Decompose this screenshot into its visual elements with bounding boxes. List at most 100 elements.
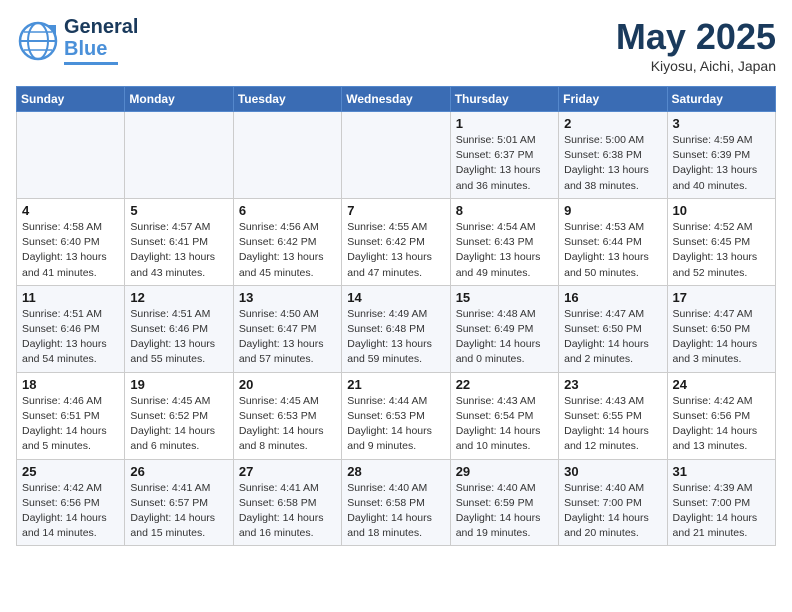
day-info: Sunrise: 4:50 AMSunset: 6:47 PMDaylight:…	[239, 307, 336, 368]
day-info: Sunrise: 4:40 AMSunset: 6:58 PMDaylight:…	[347, 481, 444, 542]
calendar-cell: 6 Sunrise: 4:56 AMSunset: 6:42 PMDaylight…	[233, 198, 341, 285]
calendar-cell: 9Sunrise: 4:53 AMSunset: 6:44 PMDaylight…	[559, 198, 667, 285]
calendar-week-2: 4 Sunrise: 4:58 AMSunset: 6:40 PMDaylight…	[17, 198, 776, 285]
day-number: 6	[239, 203, 336, 218]
day-number: 3	[673, 116, 770, 131]
day-info: Sunrise: 4:57 AMSunset: 6:41 PMDaylight:…	[130, 220, 227, 281]
day-number: 5	[130, 203, 227, 218]
day-number: 31	[673, 464, 770, 479]
weekday-header-wednesday: Wednesday	[342, 87, 450, 112]
calendar-week-5: 25 Sunrise: 4:42 AMSunset: 6:56 PMDayligh…	[17, 459, 776, 546]
calendar-cell: 2 Sunrise: 5:00 AMSunset: 6:38 PMDaylight…	[559, 112, 667, 199]
calendar-cell: 22 Sunrise: 4:43 AMSunset: 6:54 PMDayligh…	[450, 372, 558, 459]
calendar-cell: 16 Sunrise: 4:47 AMSunset: 6:50 PMDayligh…	[559, 285, 667, 372]
calendar-cell: 18 Sunrise: 4:46 AMSunset: 6:51 PMDayligh…	[17, 372, 125, 459]
weekday-header-friday: Friday	[559, 87, 667, 112]
calendar-cell: 14Sunrise: 4:49 AMSunset: 6:48 PMDayligh…	[342, 285, 450, 372]
day-number: 28	[347, 464, 444, 479]
day-number: 10	[673, 203, 770, 218]
day-number: 17	[673, 290, 770, 305]
day-info: Sunrise: 4:43 AMSunset: 6:54 PMDaylight:…	[456, 394, 553, 455]
calendar-cell: 30 Sunrise: 4:40 AMSunset: 7:00 PMDayligh…	[559, 459, 667, 546]
weekday-header-thursday: Thursday	[450, 87, 558, 112]
calendar-cell: 7Sunrise: 4:55 AMSunset: 6:42 PMDaylight…	[342, 198, 450, 285]
day-info: Sunrise: 4:45 AMSunset: 6:52 PMDaylight:…	[130, 394, 227, 455]
day-number: 26	[130, 464, 227, 479]
calendar-cell: 15Sunrise: 4:48 AMSunset: 6:49 PMDayligh…	[450, 285, 558, 372]
day-number: 12	[130, 290, 227, 305]
calendar-cell: 3 Sunrise: 4:59 AMSunset: 6:39 PMDaylight…	[667, 112, 775, 199]
day-info: Sunrise: 4:45 AMSunset: 6:53 PMDaylight:…	[239, 394, 336, 455]
day-info: Sunrise: 4:55 AMSunset: 6:42 PMDaylight:…	[347, 220, 444, 281]
day-info: Sunrise: 4:59 AMSunset: 6:39 PMDaylight:…	[673, 133, 770, 194]
day-number: 30	[564, 464, 661, 479]
calendar-cell: 23 Sunrise: 4:43 AMSunset: 6:55 PMDayligh…	[559, 372, 667, 459]
location: Kiyosu, Aichi, Japan	[616, 58, 776, 74]
calendar-cell: 31 Sunrise: 4:39 AMSunset: 7:00 PMDayligh…	[667, 459, 775, 546]
day-info: Sunrise: 4:51 AMSunset: 6:46 PMDaylight:…	[130, 307, 227, 368]
calendar-week-4: 18 Sunrise: 4:46 AMSunset: 6:51 PMDayligh…	[17, 372, 776, 459]
day-number: 23	[564, 377, 661, 392]
weekday-header-saturday: Saturday	[667, 87, 775, 112]
calendar-cell	[342, 112, 450, 199]
calendar-cell: 29Sunrise: 4:40 AMSunset: 6:59 PMDayligh…	[450, 459, 558, 546]
calendar-cell: 27 Sunrise: 4:41 AMSunset: 6:58 PMDayligh…	[233, 459, 341, 546]
calendar-week-3: 11Sunrise: 4:51 AMSunset: 6:46 PMDayligh…	[17, 285, 776, 372]
day-number: 1	[456, 116, 553, 131]
calendar-cell: 20 Sunrise: 4:45 AMSunset: 6:53 PMDayligh…	[233, 372, 341, 459]
calendar-cell: 21 Sunrise: 4:44 AMSunset: 6:53 PMDayligh…	[342, 372, 450, 459]
calendar-cell: 8 Sunrise: 4:54 AMSunset: 6:43 PMDaylight…	[450, 198, 558, 285]
day-number: 13	[239, 290, 336, 305]
day-info: Sunrise: 4:43 AMSunset: 6:55 PMDaylight:…	[564, 394, 661, 455]
weekday-header-sunday: Sunday	[17, 87, 125, 112]
calendar-cell: 25 Sunrise: 4:42 AMSunset: 6:56 PMDayligh…	[17, 459, 125, 546]
calendar-cell: 5 Sunrise: 4:57 AMSunset: 6:41 PMDaylight…	[125, 198, 233, 285]
day-info: Sunrise: 4:51 AMSunset: 6:46 PMDaylight:…	[22, 307, 119, 368]
day-number: 2	[564, 116, 661, 131]
day-info: Sunrise: 4:54 AMSunset: 6:43 PMDaylight:…	[456, 220, 553, 281]
calendar-cell: 11Sunrise: 4:51 AMSunset: 6:46 PMDayligh…	[17, 285, 125, 372]
day-info: Sunrise: 4:46 AMSunset: 6:51 PMDaylight:…	[22, 394, 119, 455]
day-number: 25	[22, 464, 119, 479]
logo-blue: Blue	[64, 38, 138, 60]
calendar-cell	[125, 112, 233, 199]
day-info: Sunrise: 4:42 AMSunset: 6:56 PMDaylight:…	[22, 481, 119, 542]
day-info: Sunrise: 4:40 AMSunset: 6:59 PMDaylight:…	[456, 481, 553, 542]
calendar-cell: 19Sunrise: 4:45 AMSunset: 6:52 PMDayligh…	[125, 372, 233, 459]
day-number: 18	[22, 377, 119, 392]
day-info: Sunrise: 4:40 AMSunset: 7:00 PMDaylight:…	[564, 481, 661, 542]
day-info: Sunrise: 4:47 AMSunset: 6:50 PMDaylight:…	[673, 307, 770, 368]
day-info: Sunrise: 5:00 AMSunset: 6:38 PMDaylight:…	[564, 133, 661, 194]
calendar-cell: 4 Sunrise: 4:58 AMSunset: 6:40 PMDaylight…	[17, 198, 125, 285]
calendar-cell: 17 Sunrise: 4:47 AMSunset: 6:50 PMDayligh…	[667, 285, 775, 372]
day-number: 22	[456, 377, 553, 392]
day-number: 20	[239, 377, 336, 392]
calendar-cell: 28 Sunrise: 4:40 AMSunset: 6:58 PMDayligh…	[342, 459, 450, 546]
day-number: 27	[239, 464, 336, 479]
title-block: May 2025 Kiyosu, Aichi, Japan	[616, 16, 776, 74]
calendar-cell	[17, 112, 125, 199]
day-number: 4	[22, 203, 119, 218]
day-number: 24	[673, 377, 770, 392]
day-number: 8	[456, 203, 553, 218]
month-title: May 2025	[616, 16, 776, 58]
day-number: 16	[564, 290, 661, 305]
calendar-cell: 1Sunrise: 5:01 AMSunset: 6:37 PMDaylight…	[450, 112, 558, 199]
day-info: Sunrise: 4:47 AMSunset: 6:50 PMDaylight:…	[564, 307, 661, 368]
calendar-cell: 26Sunrise: 4:41 AMSunset: 6:57 PMDayligh…	[125, 459, 233, 546]
day-info: Sunrise: 4:58 AMSunset: 6:40 PMDaylight:…	[22, 220, 119, 281]
day-info: Sunrise: 4:56 AMSunset: 6:42 PMDaylight:…	[239, 220, 336, 281]
logo-general: General	[64, 16, 138, 38]
page-header: General Blue May 2025 Kiyosu, Aichi, Jap…	[16, 16, 776, 74]
calendar-cell: 13 Sunrise: 4:50 AMSunset: 6:47 PMDayligh…	[233, 285, 341, 372]
day-number: 15	[456, 290, 553, 305]
day-info: Sunrise: 4:49 AMSunset: 6:48 PMDaylight:…	[347, 307, 444, 368]
day-info: Sunrise: 4:41 AMSunset: 6:58 PMDaylight:…	[239, 481, 336, 542]
calendar-cell: 12 Sunrise: 4:51 AMSunset: 6:46 PMDayligh…	[125, 285, 233, 372]
day-info: Sunrise: 4:52 AMSunset: 6:45 PMDaylight:…	[673, 220, 770, 281]
day-info: Sunrise: 4:39 AMSunset: 7:00 PMDaylight:…	[673, 481, 770, 542]
weekday-header-monday: Monday	[125, 87, 233, 112]
day-info: Sunrise: 4:42 AMSunset: 6:56 PMDaylight:…	[673, 394, 770, 455]
day-number: 21	[347, 377, 444, 392]
day-info: Sunrise: 4:44 AMSunset: 6:53 PMDaylight:…	[347, 394, 444, 455]
